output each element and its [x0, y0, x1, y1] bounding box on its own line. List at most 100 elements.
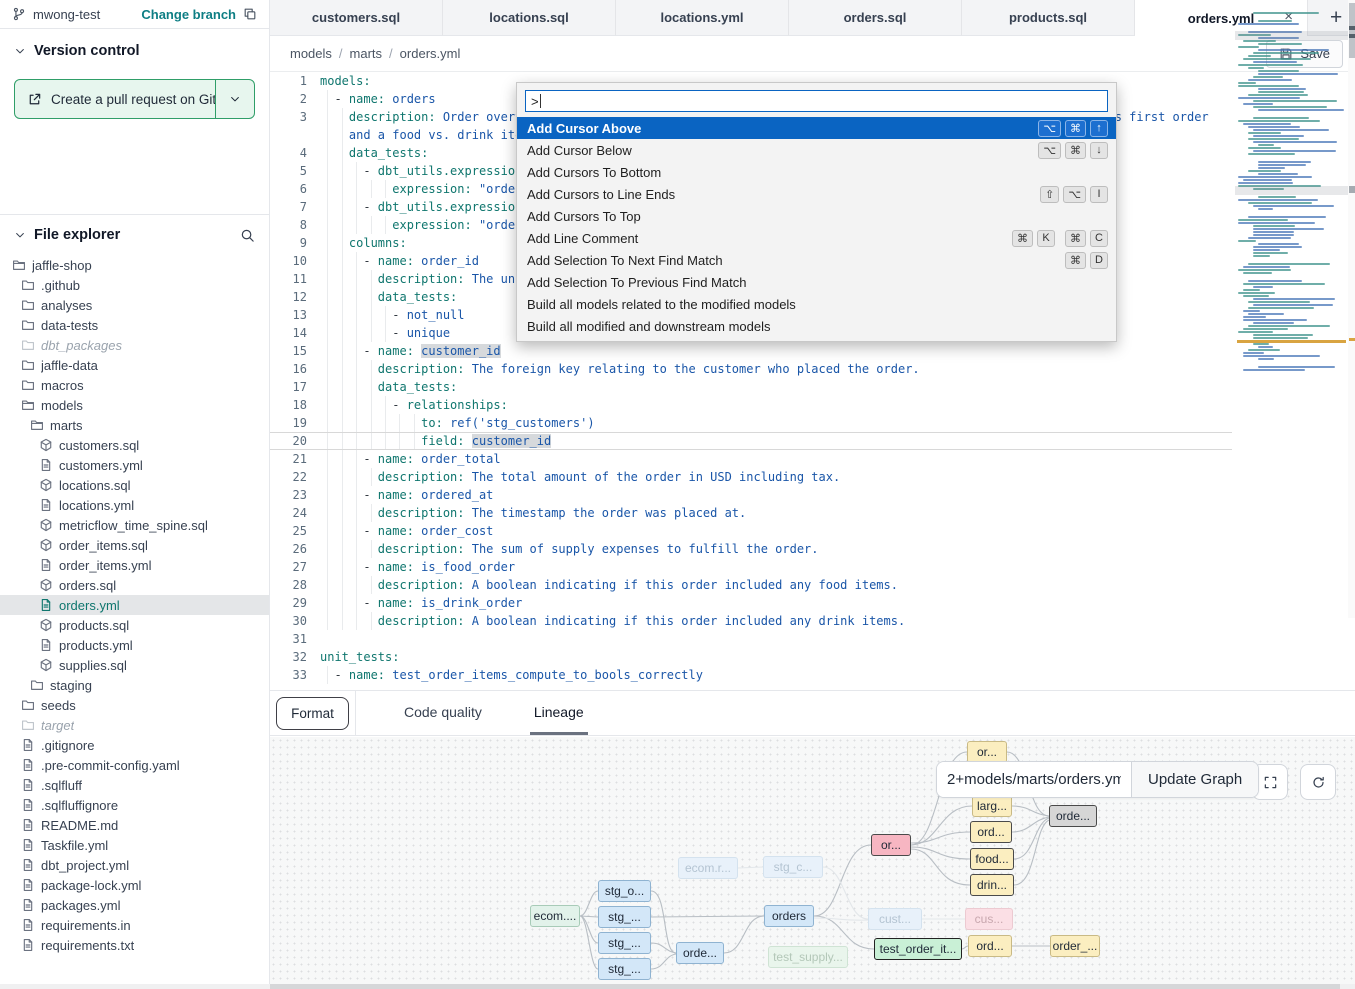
search-icon[interactable] [240, 228, 255, 243]
file-tree-item-dbt_project.yml[interactable]: dbt_project.yml [0, 855, 269, 875]
lineage-node-stg_o[interactable]: stg_o... [598, 880, 651, 902]
file-tree-item-orders.yml[interactable]: orders.yml [0, 595, 269, 615]
editor-line-19[interactable]: 19 to: ref('stg_customers') [270, 414, 1232, 432]
file-explorer-header[interactable]: File explorer [0, 215, 269, 247]
copy-icon[interactable] [243, 7, 257, 21]
palette-item-add-cursor-below[interactable]: Add Cursor Below⌥⌘↓ [517, 139, 1116, 161]
file-tree-item-orders.sql[interactable]: orders.sql [0, 575, 269, 595]
editor-line-23[interactable]: 23 - name: ordered_at [270, 486, 1232, 504]
lineage-node-stg_c[interactable]: stg_c... [763, 856, 823, 878]
lineage-node-test_order_it[interactable]: test_order_it... [874, 938, 962, 960]
palette-item-add-cursor-above[interactable]: Add Cursor Above⌥⌘↑ [517, 117, 1116, 139]
create-pr-button[interactable]: Create a pull request on Git… [14, 79, 255, 119]
palette-item-build-all-modified-and-downstream-models[interactable]: Build all modified and downstream models [517, 315, 1116, 337]
lineage-node-food[interactable]: food... [970, 848, 1014, 870]
file-tree-item-requirements.txt[interactable]: requirements.txt [0, 935, 269, 955]
lineage-node-ecom[interactable]: ecom.... [530, 905, 580, 927]
tab-customers.sql[interactable]: customers.sql [270, 0, 443, 36]
change-branch-link[interactable]: Change branch [141, 7, 236, 22]
tab-orders.sql[interactable]: orders.sql [789, 0, 962, 36]
editor-line-22[interactable]: 22 description: The total amount of the … [270, 468, 1232, 486]
editor-line-29[interactable]: 29 - name: is_drink_order [270, 594, 1232, 612]
version-control-header[interactable]: Version control [0, 29, 269, 67]
file-tree-item-order_items.yml[interactable]: order_items.yml [0, 555, 269, 575]
lineage-node-ord[interactable]: ord... [970, 821, 1012, 843]
editor-line-33[interactable]: 33 - name: test_order_items_compute_to_b… [270, 666, 1232, 684]
file-tree-item-seeds[interactable]: seeds [0, 695, 269, 715]
editor-line-30[interactable]: 30 description: A boolean indicating if … [270, 612, 1232, 630]
editor-scrollbar-thumb[interactable] [1349, 3, 1355, 58]
file-tree-item-requirements.in[interactable]: requirements.in [0, 915, 269, 935]
editor-line-31[interactable]: 31 [270, 630, 1232, 648]
file-tree-item-dbt_packages[interactable]: dbt_packages [0, 335, 269, 355]
lineage-node-cus[interactable]: cus... [965, 908, 1013, 930]
update-graph-button[interactable]: Update Graph [1131, 762, 1258, 797]
lineage-node-orde[interactable]: orde... [1049, 805, 1097, 827]
file-tree-item-locations.yml[interactable]: locations.yml [0, 495, 269, 515]
breadcrumb-item-orders.yml[interactable]: orders.yml [400, 46, 461, 61]
editor-line-26[interactable]: 26 description: The sum of supply expens… [270, 540, 1232, 558]
editor-scrollbar[interactable] [1348, 0, 1355, 618]
lineage-node-stg_[interactable]: stg_... [598, 958, 651, 980]
lineage-node-larg[interactable]: larg... [972, 795, 1012, 817]
palette-item-add-cursors-to-bottom[interactable]: Add Cursors To Bottom [517, 161, 1116, 183]
editor-line-28[interactable]: 28 description: A boolean indicating if … [270, 576, 1232, 594]
file-tree-item-.sqlfluffignore[interactable]: .sqlfluffignore [0, 795, 269, 815]
command-palette-input[interactable]: > [525, 90, 1108, 112]
file-tree-item-data-tests[interactable]: data-tests [0, 315, 269, 335]
lineage-node-stg_[interactable]: stg_... [598, 932, 651, 954]
lineage-node-cust[interactable]: cust... [868, 908, 922, 930]
editor-line-17[interactable]: 17 data_tests: [270, 378, 1232, 396]
minimap-viewport-band[interactable] [1235, 186, 1348, 195]
lineage-node-ecomr[interactable]: ecom.r... [678, 857, 738, 879]
file-tree-item-models[interactable]: models [0, 395, 269, 415]
bottom-tab-code-quality[interactable]: Code quality [400, 691, 486, 735]
file-tree-item-README.md[interactable]: README.md [0, 815, 269, 835]
file-tree-item-staging[interactable]: staging [0, 675, 269, 695]
file-tree-item-supplies.sql[interactable]: supplies.sql [0, 655, 269, 675]
create-pr-button-main[interactable]: Create a pull request on Git… [15, 80, 215, 118]
file-tree-item-.pre-commit-config.yaml[interactable]: .pre-commit-config.yaml [0, 755, 269, 775]
file-tree-item-.gitignore[interactable]: .gitignore [0, 735, 269, 755]
file-tree-item-analyses[interactable]: analyses [0, 295, 269, 315]
file-tree-item-metricflow_time_spine.sql[interactable]: metricflow_time_spine.sql [0, 515, 269, 535]
file-tree-item-package-lock.yml[interactable]: package-lock.yml [0, 875, 269, 895]
file-tree-item-customers.sql[interactable]: customers.sql [0, 435, 269, 455]
palette-item-add-selection-to-previous-find-match[interactable]: Add Selection To Previous Find Match [517, 271, 1116, 293]
palette-item-add-selection-to-next-find-match[interactable]: Add Selection To Next Find Match⌘D [517, 249, 1116, 271]
refresh-button[interactable] [1300, 764, 1336, 800]
tab-products.sql[interactable]: products.sql [962, 0, 1135, 36]
palette-item-add-cursors-to-line-ends[interactable]: Add Cursors to Line Ends⇧⌥I [517, 183, 1116, 205]
file-tree-item-locations.sql[interactable]: locations.sql [0, 475, 269, 495]
lineage-node-orde[interactable]: orde... [676, 942, 724, 964]
editor-line-18[interactable]: 18 - relationships: [270, 396, 1232, 414]
editor-line-21[interactable]: 21 - name: order_total [270, 450, 1232, 468]
bottom-tab-lineage[interactable]: Lineage [530, 691, 588, 735]
create-pr-dropdown-caret[interactable] [215, 80, 254, 118]
palette-item-add-cursors-to-top[interactable]: Add Cursors To Top [517, 205, 1116, 227]
minimap-viewport-band[interactable] [1235, 31, 1348, 40]
file-tree-item-order_items.sql[interactable]: order_items.sql [0, 535, 269, 555]
file-tree-item-.sqlfluff[interactable]: .sqlfluff [0, 775, 269, 795]
editor-line-16[interactable]: 16 description: The foreign key relating… [270, 360, 1232, 378]
lineage-node-ord[interactable]: ord... [968, 935, 1012, 957]
breadcrumb-item-models[interactable]: models [290, 46, 332, 61]
file-tree-item-products.yml[interactable]: products.yml [0, 635, 269, 655]
file-tree-item-jaffle-data[interactable]: jaffle-data [0, 355, 269, 375]
tab-locations.yml[interactable]: locations.yml [616, 0, 789, 36]
lineage-node-stg_[interactable]: stg_... [598, 906, 651, 928]
editor-line-27[interactable]: 27 - name: is_food_order [270, 558, 1232, 576]
file-tree-item-marts[interactable]: marts [0, 415, 269, 435]
editor-minimap[interactable] [1235, 10, 1348, 382]
file-tree-item-Taskfile.yml[interactable]: Taskfile.yml [0, 835, 269, 855]
lineage-node-or[interactable]: or... [871, 834, 911, 856]
lineage-panel[interactable]: ecom....stg_o...stg_...stg_...stg_...ord… [270, 737, 1355, 984]
file-tree-item-products.sql[interactable]: products.sql [0, 615, 269, 635]
file-tree-item-customers.yml[interactable]: customers.yml [0, 455, 269, 475]
format-button[interactable]: Format [276, 697, 349, 730]
editor-line-32[interactable]: 32unit_tests: [270, 648, 1232, 666]
editor-line-15[interactable]: 15 - name: customer_id [270, 342, 1232, 360]
lineage-node-orders[interactable]: orders [764, 905, 814, 927]
file-tree-item-target[interactable]: target [0, 715, 269, 735]
horizontal-scrollbar-thumb[interactable] [270, 984, 1340, 989]
